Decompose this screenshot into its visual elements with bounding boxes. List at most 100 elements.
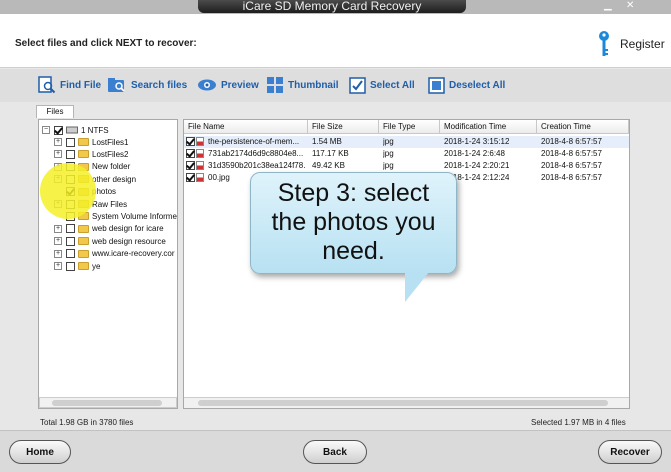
tree-item-label: New folder (92, 162, 131, 172)
tree-item-label: web design resource (92, 236, 166, 246)
tree-horizontal-scrollbar[interactable] (39, 397, 177, 408)
cell-name: 31d3590b201c38ea124f78... (208, 161, 306, 170)
checkbox-checked-icon (349, 76, 366, 94)
back-button[interactable]: Back (303, 440, 367, 464)
image-file-icon (196, 161, 204, 170)
tree-item-label: System Volume Informe (92, 211, 177, 221)
image-file-icon (196, 137, 204, 146)
table-row[interactable]: 31d3590b201c38ea124f78... 49.42 KB jpg 2018… (184, 160, 629, 172)
column-header-file-size[interactable]: File Size (308, 120, 379, 134)
row-checkbox[interactable] (186, 173, 195, 182)
expand-icon[interactable]: + (54, 224, 62, 233)
cell-type: jpg (383, 137, 394, 146)
thumbnail-button[interactable]: Thumbnail (266, 75, 339, 95)
select-all-button[interactable]: Select All (349, 75, 415, 95)
tree-item-checkbox[interactable] (66, 236, 75, 246)
instruction-text: Select files and click NEXT to recover: (15, 38, 197, 49)
selected-status: Selected 1.97 MB in 4 files (531, 418, 626, 427)
column-header-file-name[interactable]: File Name (184, 120, 308, 134)
table-row[interactable]: 731ab2174d6d9c8804e8... 117.17 KB jpg 2018-… (184, 148, 629, 160)
header: Select files and click NEXT to recover: … (0, 14, 671, 68)
cell-type: jpg (383, 149, 394, 158)
tab-files[interactable]: Files (36, 105, 74, 118)
find-file-label: Find File (60, 79, 102, 91)
folder-icon (78, 138, 89, 146)
image-file-icon (196, 149, 204, 158)
expand-icon[interactable]: + (54, 249, 62, 258)
register-button[interactable]: Register (598, 28, 665, 60)
tree-root-label: 1 NTFS (81, 125, 109, 135)
cell-modified: 2018-1-24 3:15:12 (444, 137, 510, 146)
cell-created: 2018-4-8 6:57:57 (541, 161, 602, 170)
bottom-bar: Home Back Recover (0, 430, 671, 472)
thumbnail-label: Thumbnail (288, 79, 339, 91)
tree-item-checkbox[interactable] (66, 249, 75, 259)
tree-item-label: web design for icare (92, 224, 164, 234)
key-icon (599, 31, 609, 56)
register-label: Register (620, 37, 665, 51)
expand-icon[interactable]: + (54, 262, 62, 270)
search-files-label: Search files (131, 79, 188, 91)
recover-button[interactable]: Recover (598, 440, 662, 464)
scrollbar-thumb[interactable] (198, 400, 608, 406)
table-row[interactable]: the-persistence-of-mem... 1.54 MB jpg 2018-… (184, 136, 629, 148)
find-file-icon (38, 76, 56, 94)
tree-scrollbar-thumb[interactable] (52, 400, 162, 406)
tree-root[interactable]: − 1 NTFS (42, 124, 109, 136)
tree-item-checkbox[interactable] (66, 261, 75, 271)
tree-item-label: Raw Files (92, 199, 128, 209)
column-header-file-type[interactable]: File Type (379, 120, 440, 134)
drive-icon (66, 126, 78, 134)
column-header-creation-time[interactable]: Creation Time (537, 120, 629, 134)
cell-modified: 2018-1-24 2:6:48 (444, 149, 505, 158)
cell-size: 117.17 KB (312, 149, 349, 158)
tree-item-checkbox[interactable] (66, 224, 75, 234)
minimize-icon[interactable]: ▁ (604, 0, 612, 12)
expand-icon[interactable]: + (54, 237, 62, 246)
cell-name: 731ab2174d6d9c8804e8... (208, 149, 304, 158)
app-window: iCare SD Memory Card Recovery ▁ ✕ Select… (0, 0, 671, 472)
find-file-button[interactable]: Find File (38, 75, 101, 95)
collapse-icon[interactable]: − (42, 126, 50, 134)
row-checkbox[interactable] (186, 149, 195, 158)
horizontal-scrollbar[interactable] (184, 397, 629, 408)
expand-icon[interactable]: + (54, 150, 62, 159)
thumbnail-grid-icon (267, 77, 283, 93)
cursor-highlight (40, 163, 96, 219)
tree-item-label: LostFiles2 (92, 149, 129, 159)
column-header-modification-time[interactable]: Modification Time (440, 120, 537, 134)
folder-icon (78, 249, 89, 258)
toolbar: Find File Search files Preview Thumbnail… (0, 69, 671, 102)
callout-line-1: Step 3: select (277, 179, 430, 207)
root-checkbox[interactable] (54, 125, 63, 135)
expand-icon[interactable]: + (54, 138, 62, 146)
step-callout: Step 3: select the photos you need. (250, 172, 457, 274)
folder-tree[interactable]: − 1 NTFS + LostFiles1 + LostFiles2 + New fold… (38, 119, 178, 409)
tree-item-label: LostFiles1 (92, 137, 129, 147)
folder-icon (78, 237, 89, 246)
search-files-button[interactable]: Search files (107, 75, 187, 95)
tree-item-checkbox[interactable] (66, 137, 75, 147)
row-checkbox[interactable] (186, 161, 195, 170)
select-all-label: Select All (370, 79, 415, 91)
tree-item[interactable]: + web design for icare (54, 223, 164, 235)
home-button[interactable]: Home (9, 440, 71, 464)
cell-created: 2018-4-8 6:57:57 (541, 173, 602, 182)
cell-size: 49.42 KB (312, 161, 345, 170)
deselect-all-button[interactable]: Deselect All (428, 75, 505, 95)
tree-item[interactable]: + web design resource (54, 235, 166, 247)
preview-label: Preview (221, 79, 259, 91)
row-checkbox[interactable] (186, 137, 195, 146)
folder-icon (78, 150, 89, 159)
cell-created: 2018-4-8 6:57:57 (541, 137, 602, 146)
close-icon[interactable]: ✕ (626, 0, 634, 12)
image-file-icon (196, 173, 204, 182)
cell-name: the-persistence-of-mem... (208, 137, 300, 146)
tree-item-checkbox[interactable] (66, 149, 75, 159)
tree-item[interactable]: + www.icare-recovery.cor (54, 248, 175, 260)
tree-item[interactable]: + LostFiles1 (54, 136, 128, 148)
tree-item[interactable]: + LostFiles2 (54, 148, 128, 160)
tree-item[interactable]: + ye (54, 260, 100, 272)
preview-button[interactable]: Preview (197, 75, 259, 95)
search-folder-icon (108, 78, 125, 92)
